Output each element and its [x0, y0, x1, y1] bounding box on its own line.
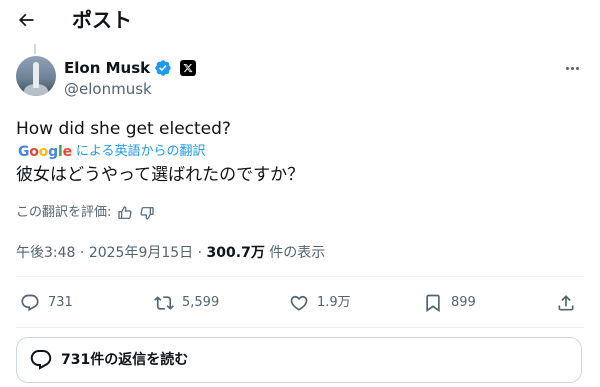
- author-handle[interactable]: @elonmusk: [64, 79, 152, 99]
- share-icon: [558, 295, 574, 311]
- reply-count: 731: [48, 295, 73, 310]
- thumbs-up-icon[interactable]: [117, 205, 133, 221]
- translation-source-link[interactable]: による英語からの翻訳: [76, 143, 206, 161]
- avatar-rocket: [33, 62, 39, 88]
- more-dot-icon: [570, 66, 574, 70]
- action-bar: 731 5,599 1.9万 899: [16, 285, 584, 325]
- divider: [16, 327, 584, 328]
- thread-connector: [34, 44, 36, 54]
- more-dot-icon: [575, 66, 579, 70]
- repost-icon: [154, 296, 174, 310]
- x-affiliation-icon[interactable]: [180, 60, 197, 76]
- avatar[interactable]: [16, 56, 56, 96]
- repost-button[interactable]: 5,599: [154, 293, 219, 313]
- read-replies-label: 731件の返信を読む: [61, 352, 189, 368]
- post-date[interactable]: 2025年9月15日: [89, 245, 193, 261]
- thumbs-down-icon[interactable]: [139, 205, 155, 221]
- more-options-button[interactable]: [560, 58, 584, 78]
- verified-badge-icon[interactable]: [154, 59, 172, 77]
- post-meta: 午後3:48 · 2025年9月15日 · 300.7万 件の表示: [16, 243, 325, 263]
- views-count[interactable]: 300.7万: [207, 245, 265, 261]
- rate-translation: この翻訳を評価:: [16, 204, 155, 222]
- top-bar: ポスト: [0, 0, 600, 40]
- like-count: 1.9万: [317, 295, 351, 310]
- share-button[interactable]: [556, 293, 576, 313]
- reply-icon: [21, 294, 39, 312]
- translated-post-text: 彼女はどうやって選ばれたのですか？: [16, 165, 305, 185]
- google-logo: Google: [18, 144, 72, 160]
- page-title: ポスト: [72, 8, 132, 32]
- heart-icon: [290, 295, 308, 311]
- post-time[interactable]: 午後3:48: [16, 245, 75, 261]
- reply-bubble-icon: [30, 350, 52, 370]
- rate-translation-label: この翻訳を評価:: [16, 205, 112, 220]
- views-label: 件の表示: [269, 245, 326, 261]
- bookmark-button[interactable]: 899: [423, 293, 476, 313]
- author-display-name[interactable]: Elon Musk: [64, 58, 150, 78]
- bookmark-icon: [426, 294, 440, 313]
- bookmark-count: 899: [451, 295, 476, 310]
- meta-separator: ·: [197, 245, 203, 261]
- more-dot-icon: [565, 66, 569, 70]
- meta-separator: ·: [79, 245, 85, 261]
- back-button[interactable]: [12, 6, 40, 34]
- post-text: How did she get elected?: [16, 119, 231, 139]
- author-name-row: Elon Musk: [64, 58, 197, 78]
- like-button[interactable]: 1.9万: [289, 293, 351, 313]
- divider: [16, 276, 584, 277]
- reply-button[interactable]: 731: [20, 293, 73, 313]
- translation-attribution[interactable]: Google による英語からの翻訳: [18, 143, 206, 161]
- read-replies-button[interactable]: 731件の返信を読む: [16, 337, 582, 383]
- arrow-left-icon: [18, 13, 34, 27]
- repost-count: 5,599: [182, 295, 220, 310]
